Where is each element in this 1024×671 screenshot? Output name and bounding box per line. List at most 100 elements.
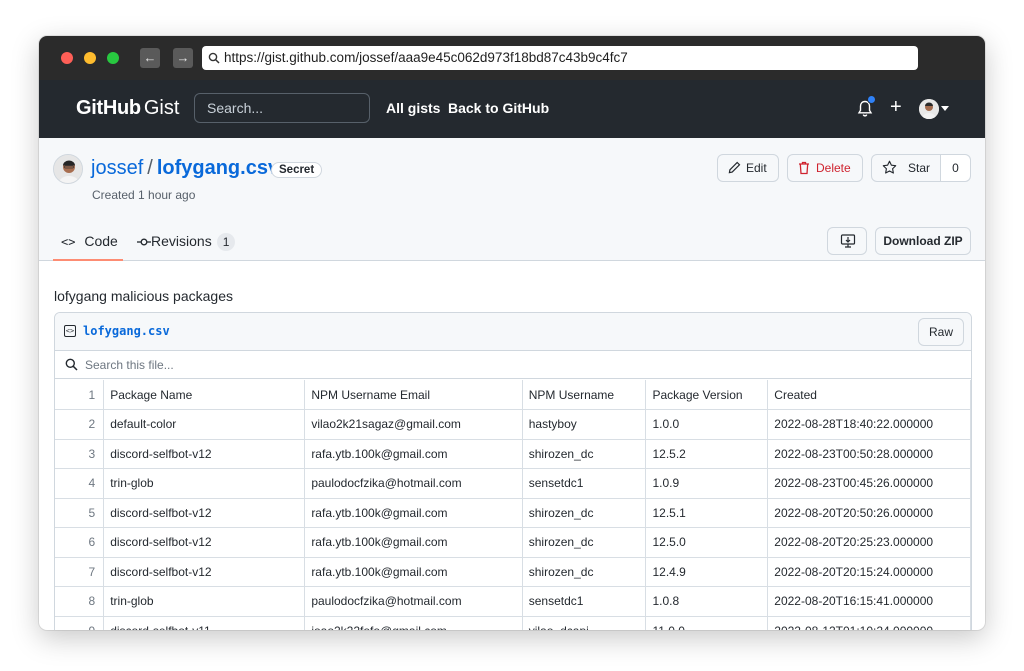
desktop-download-icon (840, 234, 856, 248)
notification-indicator (867, 95, 876, 104)
star-count: 0 (940, 155, 970, 181)
plus-icon[interactable]: + (890, 96, 902, 119)
download-zip-button[interactable]: Download ZIP (875, 227, 971, 255)
line-number[interactable]: 4 (55, 468, 105, 499)
github-gist-logo[interactable]: GitHub Gist (76, 97, 179, 120)
star-button[interactable]: Star 0 (871, 154, 971, 182)
line-number[interactable]: 1 (55, 380, 105, 410)
code-icon: <> (61, 235, 76, 249)
nav-all-gists[interactable]: All gists (386, 100, 440, 116)
line-number[interactable]: 3 (55, 439, 105, 469)
delete-button[interactable]: Delete (787, 154, 863, 182)
file-header: <> lofygang.csv Raw (55, 313, 971, 351)
created-time: Created 1 hour ago (92, 188, 196, 202)
file-name-link[interactable]: lofygang.csv (83, 324, 170, 338)
forward-arrow-icon[interactable]: → (173, 48, 193, 68)
search-icon (65, 358, 78, 371)
table-cell: trin-glob (103, 586, 306, 617)
table-cell: 2022-08-23T00:50:28.000000 (767, 439, 971, 469)
nav-back-to-github[interactable]: Back to GitHub (448, 100, 549, 116)
table-cell: 2022-08-20T16:15:41.000000 (767, 586, 971, 617)
table-cell: 2022-08-28T18:40:22.000000 (767, 409, 971, 440)
table-cell: paulodocfzika@hotmail.com (304, 586, 523, 617)
table-row: 3 discord-selfbot-v12 rafa.ytb.100k@gmail.… (55, 439, 971, 469)
tab-revisions[interactable]: Revisions 1 (137, 226, 237, 261)
line-number[interactable]: 8 (55, 586, 105, 617)
commit-icon (137, 238, 151, 246)
table-cell: hastyboy (522, 409, 647, 440)
gist-header: jossef / lofygang.csv Secret Created 1 hou… (39, 138, 985, 261)
header-search-input[interactable]: Search... (194, 93, 370, 123)
table-cell: discord-selfbot-v11 (103, 616, 306, 630)
table-cell: 1.0.8 (645, 586, 769, 617)
user-avatar[interactable] (919, 99, 939, 119)
table-cell: joao2k22fofo@gmail.com (304, 616, 523, 630)
gist-filename-link[interactable]: lofygang.csv (157, 157, 279, 179)
table-cell: 12.5.1 (645, 498, 769, 528)
table-cell: shirozen_dc (522, 557, 647, 587)
table-cell: rafa.ytb.100k@gmail.com (304, 439, 523, 469)
table-cell: 2022-08-20T20:25:23.000000 (767, 527, 971, 558)
star-icon (882, 160, 897, 174)
file-search-input[interactable]: Search this file... (55, 351, 971, 379)
owner-link[interactable]: jossef (91, 157, 143, 179)
table-cell: rafa.ytb.100k@gmail.com (304, 498, 523, 528)
scroll-fade (55, 629, 971, 630)
table-cell: vilao2k21sagaz@gmail.com (304, 409, 523, 440)
line-number[interactable]: 2 (55, 409, 105, 440)
raw-button[interactable]: Raw (918, 318, 964, 346)
embed-download-button[interactable] (827, 227, 867, 255)
table-cell: discord-selfbot-v12 (103, 439, 306, 469)
pencil-icon (728, 161, 741, 174)
edit-button[interactable]: Edit (717, 154, 779, 182)
table-cell: shirozen_dc (522, 498, 647, 528)
table-cell: sensetdc1 (522, 586, 647, 617)
table-cell: NPM Username (522, 380, 647, 410)
table-row: 2 default-color vilao2k21sagaz@gmail.com ha… (55, 409, 971, 440)
table-cell: Package Version (645, 380, 769, 410)
owner-avatar[interactable] (53, 154, 83, 184)
table-cell: vilao_dcapi (522, 616, 647, 630)
table-cell: trin-glob (103, 468, 306, 499)
table-row: 9discord-selfbot-v11joao2k22fofo@gmail.c… (55, 616, 971, 630)
line-number[interactable]: 5 (55, 498, 105, 528)
table-cell: 12.4.9 (645, 557, 769, 587)
table-row: 6 discord-selfbot-v12 rafa.ytb.100k@gmail.… (55, 527, 971, 558)
table-row: 4 trin-glob paulodocfzika@hotmail.com sense… (55, 468, 971, 499)
table-cell: default-color (103, 409, 306, 440)
table-cell: 2022-08-12T01:10:24.000000 (767, 616, 971, 630)
table-cell: Package Name (103, 380, 306, 410)
chevron-down-icon[interactable] (941, 106, 949, 111)
table-cell: discord-selfbot-v12 (103, 557, 306, 587)
table-cell: 2022-08-20T20:50:26.000000 (767, 498, 971, 528)
title-separator: / (147, 157, 153, 179)
table-cell: paulodocfzika@hotmail.com (304, 468, 523, 499)
line-number[interactable]: 9 (55, 616, 105, 630)
close-window-button[interactable] (61, 52, 73, 64)
table-cell: 2022-08-20T20:15:24.000000 (767, 557, 971, 587)
table-cell: discord-selfbot-v12 (103, 527, 306, 558)
search-icon (208, 52, 220, 64)
tab-code[interactable]: <> Code (53, 226, 123, 261)
revisions-count: 1 (216, 233, 236, 251)
back-arrow-icon[interactable]: ← (140, 48, 160, 68)
file-box: <> lofygang.csv Raw Search this file... … (54, 312, 972, 630)
minimize-window-button[interactable] (84, 52, 96, 64)
address-bar[interactable]: https://gist.github.com/jossef/aaa9e45c0… (202, 46, 918, 70)
table-cell: 2022-08-23T00:45:26.000000 (767, 468, 971, 499)
table-cell: rafa.ytb.100k@gmail.com (304, 527, 523, 558)
line-number[interactable]: 6 (55, 527, 105, 558)
table-cell: shirozen_dc (522, 439, 647, 469)
csv-table: 1 Package Name NPM Username Email NPM Usern… (55, 380, 971, 630)
table-cell: rafa.ytb.100k@gmail.com (304, 557, 523, 587)
table-header-row: 1 Package Name NPM Username Email NPM Usern… (55, 380, 971, 410)
url-text: https://gist.github.com/jossef/aaa9e45c0… (224, 50, 628, 65)
trash-icon (799, 161, 809, 175)
line-number[interactable]: 7 (55, 557, 105, 587)
secret-badge: Secret (271, 162, 323, 178)
table-cell: shirozen_dc (522, 527, 647, 558)
site-header: GitHub Gist Search... All gists Back to G… (39, 80, 985, 138)
table-cell: NPM Username Email (304, 380, 523, 410)
maximize-window-button[interactable] (107, 52, 119, 64)
table-cell: Created (767, 380, 971, 410)
